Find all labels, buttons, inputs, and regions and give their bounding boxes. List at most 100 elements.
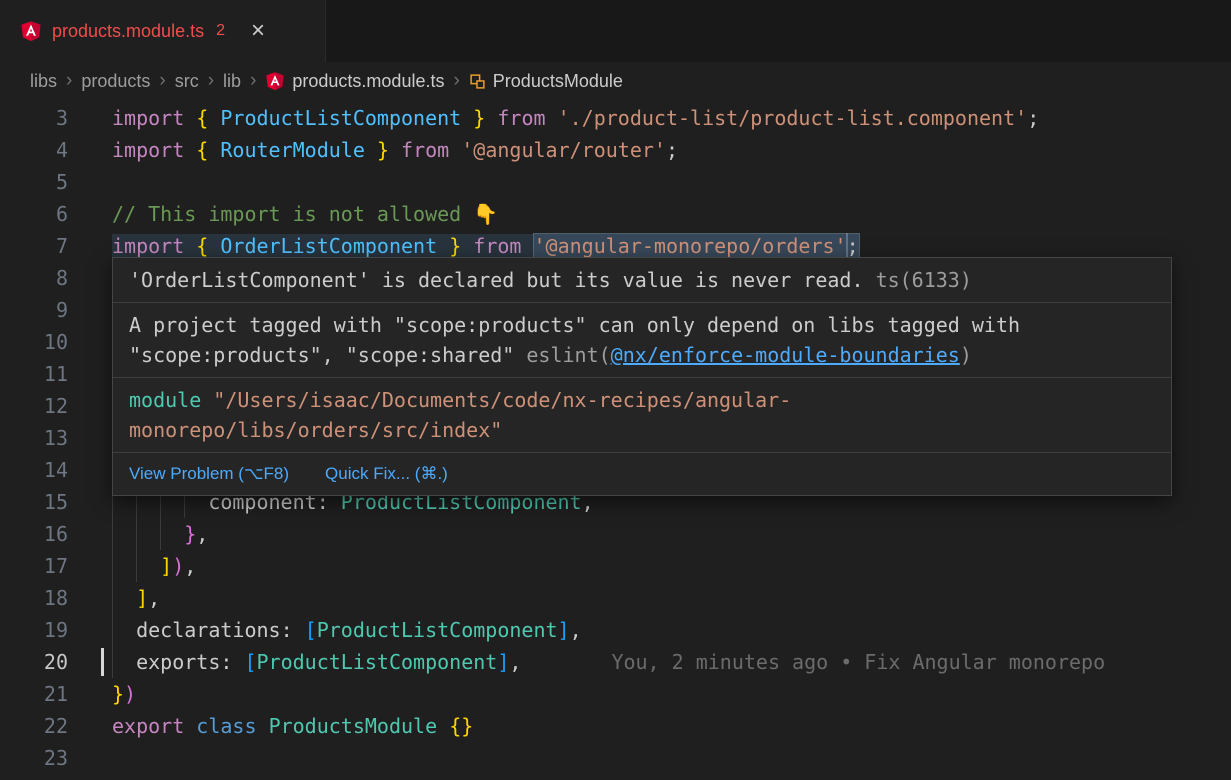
line-number[interactable]: 11 <box>0 358 68 390</box>
module-keyword: module <box>129 388 201 412</box>
breadcrumb-label: ProductsModule <box>493 71 623 92</box>
line-number[interactable]: 7 <box>0 230 68 262</box>
line-number[interactable]: 20 <box>0 646 68 678</box>
code-token <box>546 106 558 130</box>
code-text: import { ProductListComponent } from './… <box>68 102 1039 134</box>
code-token <box>449 138 461 162</box>
code-line-16[interactable]: 16}, <box>0 518 1231 550</box>
angular-icon <box>265 71 285 91</box>
quick-fix-action[interactable]: Quick Fix... (⌘.) <box>325 459 448 489</box>
line-number[interactable]: 4 <box>0 134 68 166</box>
code-text: declarations: [ProductListComponent], <box>68 614 582 646</box>
code-token: from <box>473 234 521 258</box>
line-number[interactable]: 21 <box>0 678 68 710</box>
code-token: } <box>473 106 485 130</box>
breadcrumb-item-products[interactable]: products <box>81 71 150 92</box>
line-number[interactable]: 17 <box>0 550 68 582</box>
line-number[interactable]: 16 <box>0 518 68 550</box>
breadcrumb-item-libs[interactable]: libs <box>30 71 57 92</box>
breadcrumb-item-src[interactable]: src <box>175 71 199 92</box>
code-editor[interactable]: 3import { ProductListComponent } from '.… <box>0 100 1231 780</box>
code-token: ; <box>1027 106 1039 130</box>
code-text <box>68 294 112 326</box>
code-line-5[interactable]: 5 <box>0 166 1231 198</box>
code-token: 👇 <box>473 202 498 226</box>
code-text <box>68 742 112 774</box>
eslint-source-close: ) <box>960 343 972 367</box>
angular-icon <box>20 20 42 42</box>
code-token: ProductListComponent <box>220 106 461 130</box>
code-token: export <box>112 714 184 738</box>
line-number[interactable]: 8 <box>0 262 68 294</box>
code-line-23[interactable]: 23 <box>0 742 1231 774</box>
code-token: ; <box>666 138 678 162</box>
breadcrumb-separator-icon: › <box>66 70 72 92</box>
line-number[interactable]: 19 <box>0 614 68 646</box>
code-line-20[interactable]: 20exports: [ProductListComponent],You, 2… <box>0 646 1231 678</box>
code-token <box>208 106 220 130</box>
line-number[interactable]: 22 <box>0 710 68 742</box>
indent-guide <box>136 550 160 582</box>
line-number[interactable]: 18 <box>0 582 68 614</box>
code-token: } <box>112 682 124 706</box>
eslint-rule-link[interactable]: @nx/enforce-module-boundaries <box>611 343 960 367</box>
tab-products-module[interactable]: products.module.ts 2 × <box>0 0 326 62</box>
line-number[interactable]: 9 <box>0 294 68 326</box>
line-number[interactable]: 6 <box>0 198 68 230</box>
line-number[interactable]: 3 <box>0 102 68 134</box>
code-line-18[interactable]: 18], <box>0 582 1231 614</box>
code-token: OrderListComponent <box>220 234 437 258</box>
code-token: , <box>570 618 582 642</box>
code-token: { <box>196 234 208 258</box>
line-number[interactable]: 13 <box>0 422 68 454</box>
ts-diagnostic-message: 'OrderListComponent' is declared but its… <box>113 258 1171 302</box>
breadcrumb-item-lib[interactable]: lib <box>223 71 241 92</box>
code-text <box>68 358 112 390</box>
breadcrumb: libs›products›src›lib› products.module.t… <box>0 62 1231 100</box>
eslint-source-open: eslint( <box>526 343 610 367</box>
code-token <box>461 106 473 130</box>
breadcrumb-item-productsmodule[interactable]: ProductsModule <box>469 71 623 92</box>
line-number[interactable]: 23 <box>0 742 68 774</box>
breadcrumb-label: src <box>175 71 199 92</box>
code-token <box>437 714 449 738</box>
line-number[interactable]: 12 <box>0 390 68 422</box>
code-line-3[interactable]: 3import { ProductListComponent } from '.… <box>0 102 1231 134</box>
code-token: } <box>184 522 196 546</box>
code-line-6[interactable]: 6// This import is not allowed 👇 <box>0 198 1231 230</box>
breadcrumb-item-products.module.ts[interactable]: products.module.ts <box>265 71 444 92</box>
code-token <box>437 234 449 258</box>
code-token: import <box>112 138 184 162</box>
line-number[interactable]: 10 <box>0 326 68 358</box>
close-icon[interactable]: × <box>251 19 265 43</box>
code-token: , <box>196 522 208 546</box>
code-token: ; <box>847 234 859 258</box>
line-number[interactable]: 15 <box>0 486 68 518</box>
code-text <box>68 422 112 454</box>
code-token: '@angular-monorepo/orders' <box>534 234 847 258</box>
code-token: RouterModule <box>220 138 365 162</box>
view-problem-action[interactable]: View Problem (⌥F8) <box>129 459 289 489</box>
code-token: ProductListComponent <box>257 650 498 674</box>
code-text: exports: [ProductListComponent],You, 2 m… <box>68 646 1105 678</box>
breadcrumb-label: products <box>81 71 150 92</box>
breadcrumb-label: lib <box>223 71 241 92</box>
code-line-17[interactable]: 17]), <box>0 550 1231 582</box>
code-line-19[interactable]: 19declarations: [ProductListComponent], <box>0 614 1231 646</box>
line-number[interactable]: 14 <box>0 454 68 486</box>
code-token: ] <box>558 618 570 642</box>
code-line-22[interactable]: 22export class ProductsModule {} <box>0 710 1231 742</box>
tab-bar: products.module.ts 2 × <box>0 0 1231 62</box>
code-token: ) <box>124 682 136 706</box>
code-line-4[interactable]: 4import { RouterModule } from '@angular/… <box>0 134 1231 166</box>
code-token: , <box>509 650 521 674</box>
code-token: : <box>220 650 244 674</box>
breadcrumb-label: libs <box>30 71 57 92</box>
code-token: import <box>112 106 184 130</box>
line-number[interactable]: 5 <box>0 166 68 198</box>
code-token: : <box>281 618 305 642</box>
code-token <box>184 106 196 130</box>
indent-guide <box>112 550 136 582</box>
code-line-21[interactable]: 21}) <box>0 678 1231 710</box>
ts-message-text: 'OrderListComponent' is declared but its… <box>129 268 864 292</box>
